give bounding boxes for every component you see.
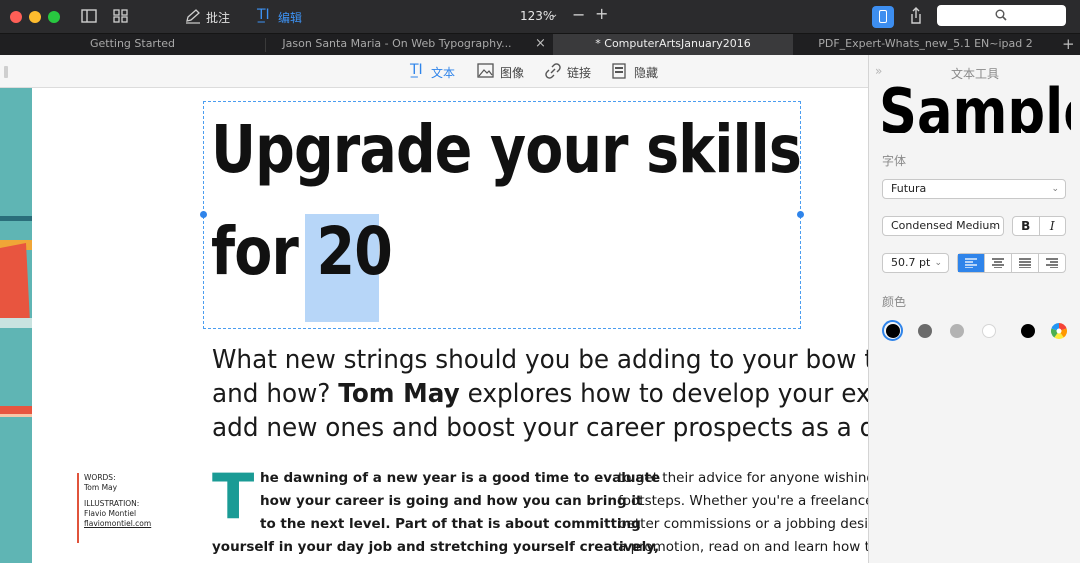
document-page: Upgrade your skills for 20 What new stri… — [0, 88, 868, 563]
align-center-button[interactable] — [985, 254, 1012, 272]
font-preview-text: Sample — [879, 85, 1071, 133]
headline-text: for — [211, 213, 317, 290]
panel-title: 文本工具 — [950, 67, 999, 81]
align-left-button[interactable] — [958, 254, 985, 272]
body-line: to the next level. Part of that is about… — [260, 516, 641, 532]
chevron-down-icon: ⌄ — [934, 258, 942, 268]
credit-illustration-site: flaviomontiel.com — [84, 519, 152, 528]
font-family-select[interactable]: Futura ⌄ — [882, 179, 1066, 199]
text-tool-button[interactable]: 文本 — [431, 64, 455, 81]
font-preview: Sample — [879, 85, 1071, 133]
author-name: Tom May — [338, 379, 460, 409]
italic-button[interactable]: I — [1040, 217, 1066, 235]
body-line: yourself in your day job and stretching … — [212, 539, 660, 555]
credit-illustration-name: Flavio Montiel — [84, 509, 137, 518]
align-left-icon — [965, 258, 977, 268]
color-section-label: 颜色 — [882, 295, 907, 309]
color-swatch-white[interactable] — [982, 324, 996, 338]
body-line: better commissions or a jobbing design — [618, 516, 868, 532]
chevron-down-icon: ⌄ — [989, 221, 997, 231]
title-bar: 批注 T̲I 编辑 123% ⌄ − + — [0, 0, 1080, 33]
credit-words-name: Tom May — [84, 483, 118, 492]
tab-bar: Getting Started Jason Santa Maria - On W… — [0, 33, 1080, 56]
align-justify-button[interactable] — [1012, 254, 1039, 272]
zoom-window-button[interactable] — [48, 11, 60, 23]
article-credits: WORDS: Tom May ILLUSTRATION: Flavio Mont… — [77, 473, 157, 543]
font-family-value: Futura — [891, 182, 927, 195]
image-icon[interactable] — [477, 63, 494, 78]
redact-tool-button[interactable]: 隐藏 — [634, 64, 658, 81]
search-input[interactable] — [937, 5, 1066, 26]
tab-computer-arts[interactable]: * ComputerArtsJanuary2016 — [553, 34, 793, 56]
align-right-button[interactable] — [1039, 254, 1065, 272]
text-alignment-group — [957, 253, 1066, 273]
headline-line-2[interactable]: for 20 — [211, 213, 393, 290]
thumbnails-grid-icon[interactable] — [112, 8, 130, 24]
edit-toolbar: T̲I 文本 图像 链接 隐藏 — [0, 55, 868, 88]
drop-cap: T — [212, 460, 255, 533]
standfirst-line-2: and how? Tom May explores how to develop… — [212, 379, 868, 409]
chevron-down-icon: ⌄ — [1051, 184, 1059, 194]
align-right-icon — [1046, 258, 1058, 268]
tab-pdf-expert-whats-new[interactable]: PDF_Expert-Whats_new_5.1 EN~ipad 2 — [793, 34, 1058, 56]
headline-line-1[interactable]: Upgrade your skills — [211, 111, 802, 188]
zoom-out-button[interactable]: − — [572, 5, 585, 24]
credit-illustration-label: ILLUSTRATION: — [84, 499, 140, 508]
standfirst-text: and how? — [212, 379, 339, 409]
headline-selected-text: 20 — [316, 213, 392, 290]
new-tab-button[interactable]: + — [1062, 33, 1075, 55]
text-tool-icon[interactable]: T̲I — [410, 62, 423, 78]
align-center-icon — [992, 258, 1004, 268]
color-swatch-dark-gray[interactable] — [918, 324, 932, 338]
bold-button[interactable]: B — [1013, 217, 1040, 235]
redact-icon[interactable] — [612, 63, 626, 79]
body-line: he dawning of a new year is a good time … — [260, 470, 661, 486]
standfirst-text: explores how to develop your exis — [459, 379, 868, 409]
font-style-select[interactable]: Condensed Medium ⌄ — [882, 216, 1004, 236]
color-swatch-light-gray[interactable] — [950, 324, 964, 338]
annotate-pen-icon[interactable] — [184, 8, 202, 24]
body-line: a promotion, read on and learn how to — [618, 539, 868, 555]
toolbar-grip[interactable] — [4, 66, 8, 78]
credit-words-label: WORDS: — [84, 473, 116, 482]
font-style-value: Condensed Medium — [891, 219, 1001, 232]
image-tool-button[interactable]: 图像 — [500, 64, 524, 81]
standfirst-line-3: add new ones and boost your career prosp… — [212, 413, 868, 443]
font-size-select[interactable]: 50.7 pt ⌄ — [882, 253, 949, 273]
body-line: to get their advice for anyone wishing t — [618, 470, 868, 486]
link-icon[interactable] — [545, 63, 561, 79]
zoom-in-button[interactable]: + — [595, 4, 608, 23]
body-line: how your career is going and how you can… — [260, 493, 643, 509]
edit-text-icon[interactable]: T̲I — [257, 7, 270, 23]
page-illustration-strip — [0, 88, 32, 563]
color-swatch-black[interactable] — [886, 324, 900, 338]
text-tools-panel: » 文本工具 Sample 字体 Futura ⌄ Condensed Medi… — [868, 55, 1080, 563]
body-line: footsteps. Whether you're a freelancer — [618, 493, 868, 509]
reading-mode-button[interactable] — [872, 6, 894, 28]
color-swatch-custom[interactable] — [1021, 324, 1035, 338]
standfirst-line-1: What new strings should you be adding to… — [212, 345, 868, 375]
search-icon — [995, 9, 1007, 21]
resize-handle-left[interactable] — [200, 211, 207, 218]
link-tool-button[interactable]: 链接 — [567, 64, 591, 81]
sidebar-toggle-icon[interactable] — [81, 8, 99, 24]
close-window-button[interactable] — [10, 11, 22, 23]
chevron-down-icon[interactable]: ⌄ — [550, 9, 558, 20]
edit-mode-button[interactable]: 编辑 — [278, 9, 302, 26]
align-justify-icon — [1019, 258, 1031, 268]
close-tab-icon[interactable]: × — [535, 34, 546, 54]
annotate-mode-button[interactable]: 批注 — [206, 9, 230, 26]
font-size-value: 50.7 pt — [891, 256, 931, 269]
tab-on-web-typography[interactable]: Jason Santa Maria - On Web Typography... — [266, 34, 528, 56]
minimize-window-button[interactable] — [29, 11, 41, 23]
tab-getting-started[interactable]: Getting Started — [0, 34, 265, 56]
resize-handle-right[interactable] — [797, 211, 804, 218]
color-picker-icon[interactable] — [1051, 323, 1067, 339]
font-section-label: 字体 — [882, 154, 907, 168]
font-weight-toggle-group: B I — [1012, 216, 1066, 236]
share-icon[interactable] — [906, 6, 926, 26]
